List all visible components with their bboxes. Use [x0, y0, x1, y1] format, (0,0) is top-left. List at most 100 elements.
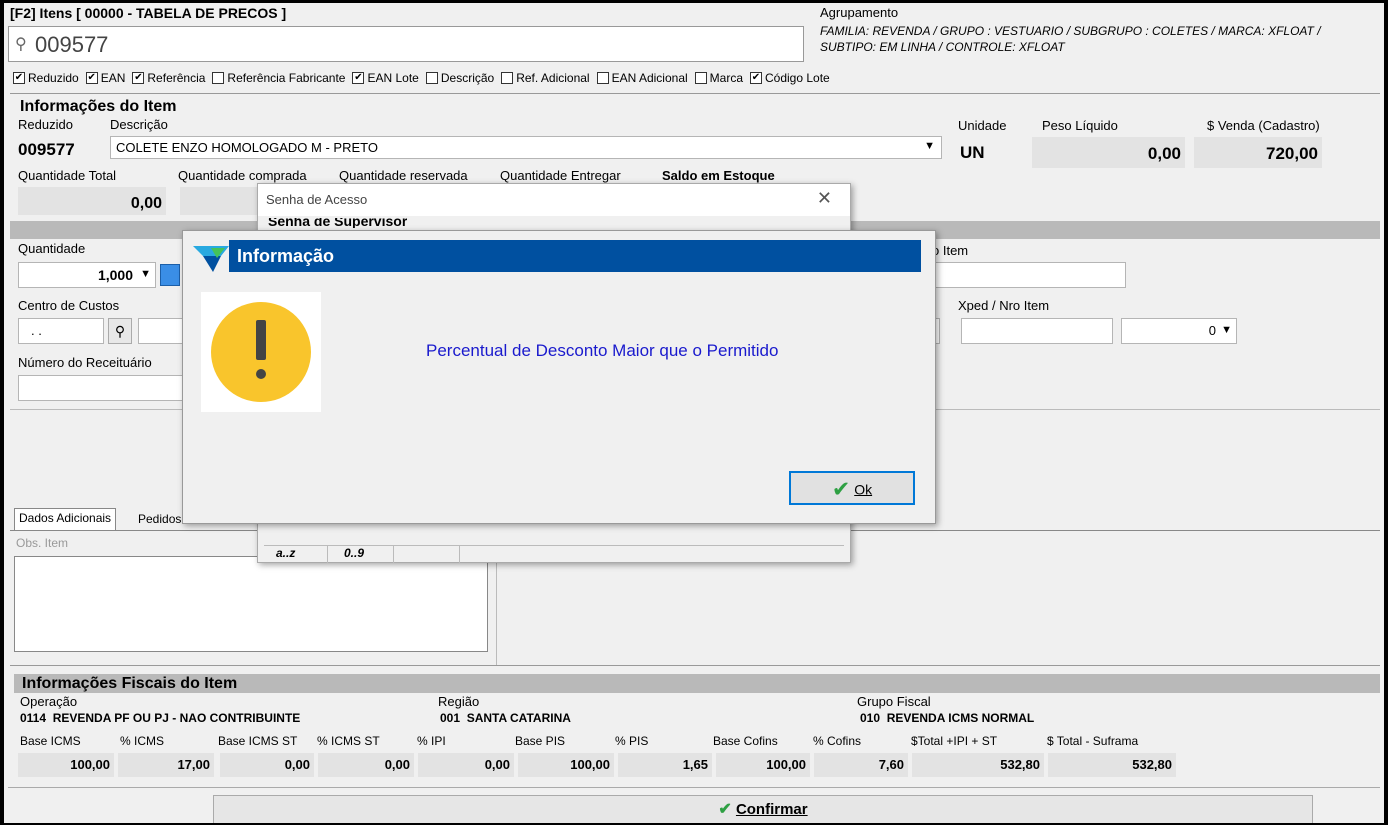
filter-label: EAN Lote: [367, 71, 419, 85]
fiscal-column-label: % ICMS ST: [317, 734, 380, 748]
fiscal-column-label: Base ICMS: [20, 734, 81, 748]
divider: [8, 787, 1380, 788]
fiscal-column-value: 7,60: [814, 753, 908, 777]
qtd-total-value: 0,00: [18, 187, 166, 215]
nro-item-select[interactable]: 0 ▼: [1121, 318, 1237, 344]
ok-label: Ok: [854, 481, 873, 498]
checkbox-box[interactable]: [425, 72, 438, 84]
tab-dados-adicionais[interactable]: Dados Adicionais: [14, 508, 117, 531]
centro-custos-label: Centro de Custos: [18, 298, 120, 313]
checkbox-box[interactable]: ✔: [13, 72, 25, 84]
ok-button[interactable]: ✔ Ok: [789, 471, 915, 505]
fiscal-column-value: 1,65: [618, 753, 712, 777]
centro-custos-desc[interactable]: [138, 318, 188, 344]
senha-partial-text: Senha de Supervisor: [268, 218, 408, 228]
main-window: [F2] Itens [ 00000 - TABELA DE PRECOS ] …: [4, 3, 1384, 823]
fiscal-column-label: Base PIS: [515, 734, 566, 748]
warning-icon-box: [201, 292, 321, 412]
filter-label: Referência: [147, 71, 206, 85]
filter-checkbox[interactable]: ✔ Reduzido: [13, 71, 79, 85]
descricao-select[interactable]: COLETE ENZO HOMOLOGADO M - PRETO ▼: [110, 136, 942, 159]
search-icon: ⚲: [15, 36, 27, 53]
info-message: Percentual de Desconto Maior que o Permi…: [426, 341, 779, 360]
status-case: a..z: [264, 546, 328, 563]
checkbox-box[interactable]: [501, 72, 514, 84]
chevron-down-icon[interactable]: ▼: [140, 268, 151, 280]
filter-checkbox[interactable]: Descrição: [425, 71, 495, 85]
filter-label: Marca: [709, 71, 743, 85]
info-titlebar: Informação: [183, 236, 935, 272]
filter-checkbox[interactable]: ✔ EAN: [85, 71, 126, 85]
checkbox-box[interactable]: [596, 72, 609, 84]
checkbox-box[interactable]: ✔: [85, 72, 98, 84]
filter-checkbox[interactable]: ✔ EAN Lote: [352, 71, 419, 85]
search-input[interactable]: ⚲ 009577: [8, 26, 804, 62]
chevron-down-icon[interactable]: ▼: [924, 140, 935, 152]
fiscal-column-label: $ Total - Suframa: [1047, 734, 1139, 748]
quantidade-input[interactable]: 1,000 ▼: [18, 262, 156, 288]
operacao-label: Operação: [20, 694, 78, 709]
calculator-button[interactable]: [160, 264, 180, 286]
confirm-button[interactable]: ✔ Confirmar: [213, 795, 1313, 823]
info-title: Informação: [237, 246, 335, 266]
grupo-fiscal-value: 010 REVENDA ICMS NORMAL: [860, 711, 1035, 725]
checkbox-box[interactable]: [694, 72, 707, 84]
unidade-label: Unidade: [958, 118, 1007, 133]
filter-checkbox[interactable]: Marca: [694, 71, 743, 85]
obs-item-label: Obs. Item: [16, 536, 69, 550]
item-label-partial: o Item: [932, 243, 969, 258]
descricao-label: Descrição: [110, 117, 168, 132]
fiscal-column-label: % IPI: [417, 734, 446, 748]
divider: [10, 93, 1380, 94]
unidade-value: UN: [960, 143, 985, 162]
checkbox-box[interactable]: ✔: [750, 72, 762, 84]
check-icon: ✔: [718, 801, 732, 818]
agrupamento-line1: FAMILIA: REVENDA / GRUPO : VESTUARIO / S…: [820, 24, 1321, 38]
senha-title: Senha de Acesso: [266, 192, 368, 207]
receituario-input[interactable]: [18, 375, 188, 401]
filter-label: Descrição: [440, 71, 495, 85]
agrupamento-line2: SUBTIPO: EM LINHA / CONTROLE: XFLOAT: [820, 40, 1065, 54]
checkbox-box[interactable]: ✔: [132, 72, 145, 84]
filter-checkbox[interactable]: ✔ Referência: [132, 71, 205, 85]
fiscal-column-label: % Cofins: [813, 734, 862, 748]
window-title: [F2] Itens [ 00000 - TABELA DE PRECOS ]: [10, 5, 287, 21]
reduzido-label: Reduzido: [18, 117, 73, 132]
app-logo-icon: [193, 246, 229, 272]
regiao-value: 001 SANTA CATARINA: [440, 711, 571, 725]
close-icon[interactable]: ✕: [817, 188, 832, 209]
receituario-label: Número do Receituário: [18, 355, 152, 370]
search-filter-checkboxes: ✔ Reduzido ✔ EAN ✔ Referência Referência Fabri…: [13, 71, 837, 85]
info-dialog: Informação Percentual de Desconto Maior …: [182, 230, 936, 524]
fiscal-column-label: Base ICMS ST: [218, 734, 298, 748]
filter-label: EAN: [100, 71, 126, 85]
grupo-fiscal-label: Grupo Fiscal: [857, 694, 931, 709]
search-icon[interactable]: ⚲: [108, 318, 132, 344]
xped-input[interactable]: [961, 318, 1113, 344]
fiscal-column-value: 17,00: [118, 753, 214, 777]
filter-checkbox[interactable]: ✔ Código Lote: [750, 71, 830, 85]
qtd-reservada-label: Quantidade reservada: [339, 168, 468, 183]
obs-item-textarea[interactable]: [14, 556, 488, 652]
filter-label: Referência Fabricante: [227, 71, 346, 85]
filter-checkbox[interactable]: Referência Fabricante: [212, 71, 345, 85]
filter-checkbox[interactable]: EAN Adicional: [596, 71, 688, 85]
fiscal-column-value: 0,00: [418, 753, 514, 777]
checkbox-box[interactable]: ✔: [352, 72, 365, 84]
item-input[interactable]: [928, 262, 1126, 288]
checkbox-box[interactable]: [212, 72, 225, 84]
fiscal-column-label: % ICMS: [120, 734, 165, 748]
agrupamento-label: Agrupamento: [820, 5, 899, 20]
fiscal-column-value: 532,80: [1048, 753, 1176, 777]
centro-custos-input[interactable]: . .: [18, 318, 104, 344]
fiscal-column-value: 532,80: [912, 753, 1044, 777]
warning-icon: [211, 302, 311, 402]
chevron-down-icon[interactable]: ▼: [1221, 324, 1232, 336]
regiao-label: Região: [438, 694, 480, 709]
qtd-total-label: Quantidade Total: [18, 168, 117, 183]
peso-value: 0,00: [1032, 137, 1185, 168]
filter-label: EAN Adicional: [611, 71, 688, 85]
status-numlock: 0..9: [328, 546, 394, 563]
peso-label: Peso Líquido: [1042, 118, 1118, 133]
filter-checkbox[interactable]: Ref. Adicional: [501, 71, 590, 85]
